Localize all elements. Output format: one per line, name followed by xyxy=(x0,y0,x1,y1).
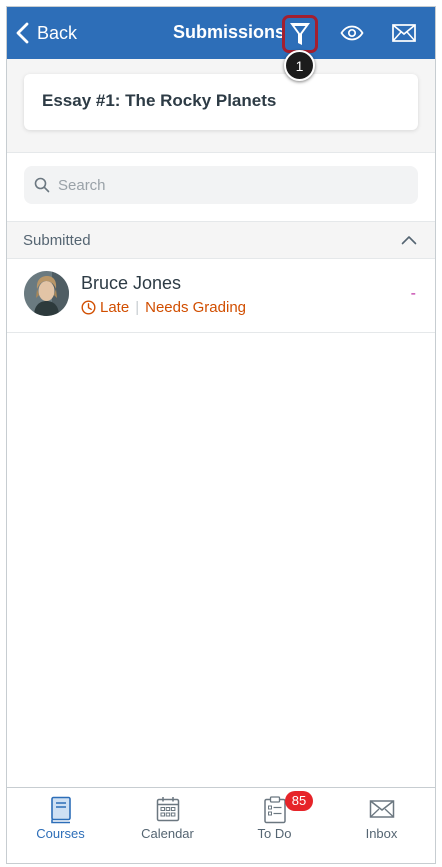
clipboard-icon xyxy=(263,796,286,824)
tab-label: To Do xyxy=(257,826,292,841)
section-header-submitted[interactable]: Submitted xyxy=(7,221,435,259)
tab-label: Calendar xyxy=(141,826,194,841)
tab-inbox[interactable]: Inbox xyxy=(328,788,435,863)
clock-icon xyxy=(81,300,96,315)
tab-label: Courses xyxy=(36,826,85,841)
submission-status: Late | Needs Grading xyxy=(81,299,246,316)
tab-label: Inbox xyxy=(365,826,398,841)
todo-count-badge: 85 xyxy=(285,791,313,811)
tab-calendar[interactable]: Calendar xyxy=(114,788,221,863)
mail-icon xyxy=(369,800,394,818)
app-screen: Back Submissions 1 Essay #1: The Rocky P… xyxy=(6,6,436,864)
mail-icon xyxy=(392,24,416,42)
tab-courses[interactable]: Courses xyxy=(7,788,114,863)
student-name: Bruce Jones xyxy=(81,273,182,293)
chevron-up-icon xyxy=(401,236,417,245)
assignment-card[interactable]: Essay #1: The Rocky Planets xyxy=(24,74,418,130)
chevron-left-icon xyxy=(16,22,29,44)
page-title: Submissions xyxy=(173,22,286,42)
section-title: Submitted xyxy=(23,232,91,249)
tab-bar: Courses Calendar To Do Inbox 85 xyxy=(7,787,435,863)
filter-icon xyxy=(290,23,310,45)
mute-grades-button[interactable] xyxy=(336,17,368,49)
filter-button[interactable] xyxy=(282,15,318,53)
search-input[interactable] xyxy=(58,176,388,194)
eye-icon xyxy=(340,25,364,41)
needs-grading-label: Needs Grading xyxy=(145,299,247,316)
book-icon xyxy=(50,796,71,824)
search-bar[interactable] xyxy=(24,166,418,204)
back-button[interactable]: Back xyxy=(15,19,77,47)
submission-row[interactable]: Bruce Jones Late | Needs Grading - xyxy=(7,259,435,333)
late-label: Late xyxy=(100,299,130,316)
message-students-button[interactable] xyxy=(388,17,420,49)
assignment-card-area: Essay #1: The Rocky Planets xyxy=(7,59,435,153)
calendar-icon xyxy=(156,797,179,822)
status-divider: | xyxy=(135,299,140,316)
back-label: Back xyxy=(37,22,78,43)
search-icon xyxy=(34,177,50,193)
avatar xyxy=(24,271,69,316)
nav-header: Back Submissions xyxy=(7,7,435,59)
grade-value: - xyxy=(410,285,416,302)
step-callout-badge: 1 xyxy=(284,50,315,81)
